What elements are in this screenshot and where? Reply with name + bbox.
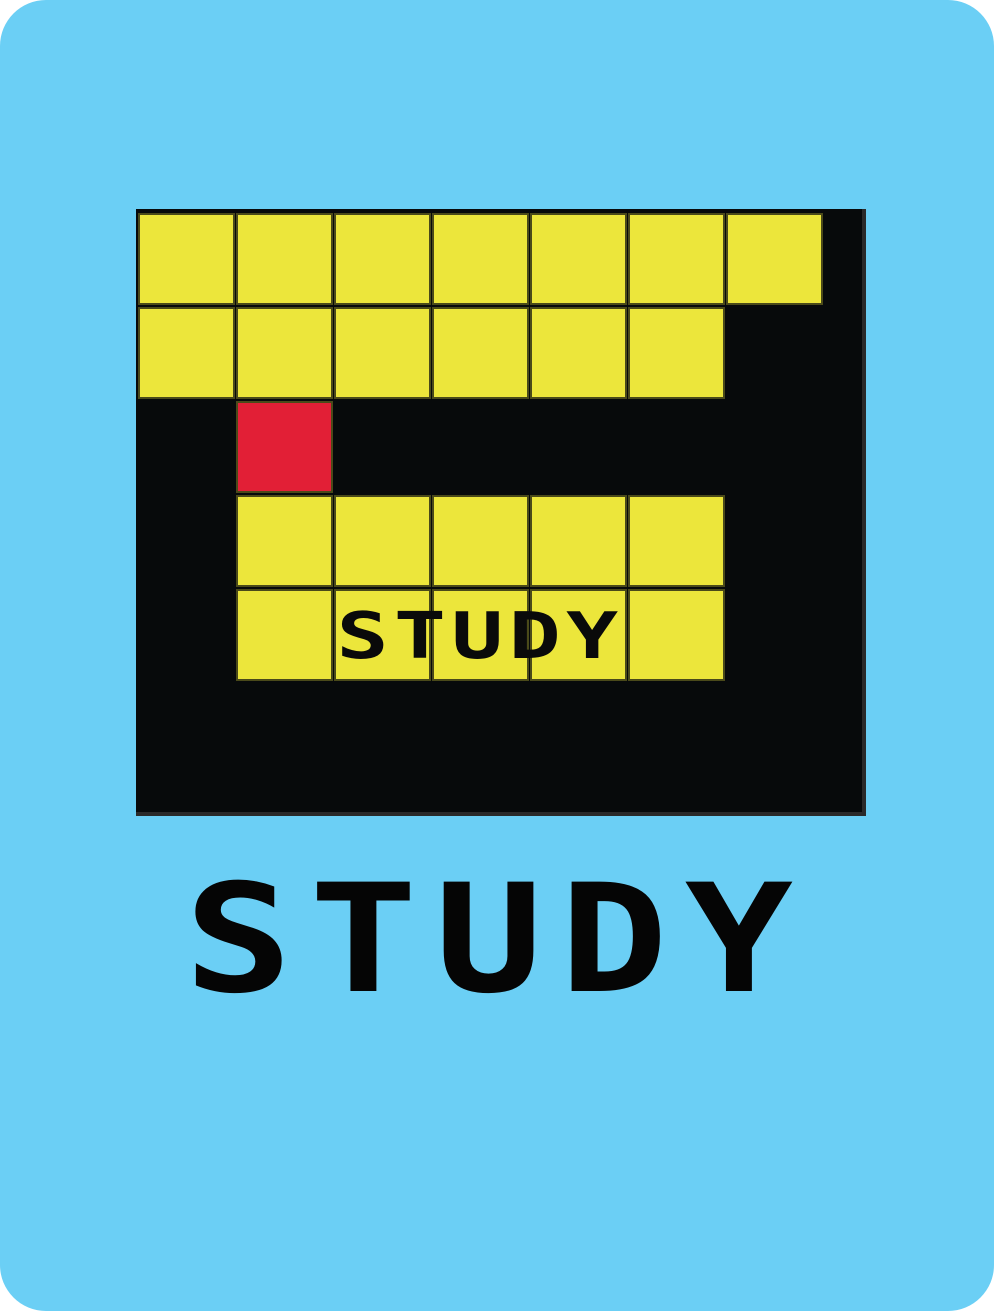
grid-cell xyxy=(432,213,529,305)
card-title: STUDY xyxy=(184,853,810,1027)
grid-cell xyxy=(138,213,235,305)
grid-cell xyxy=(432,495,529,587)
grid-cell xyxy=(432,307,529,399)
study-grid-panel xyxy=(136,209,866,816)
grid-cell xyxy=(334,307,431,399)
grid-cell xyxy=(530,307,627,399)
grid-cell xyxy=(334,495,431,587)
grid-cell xyxy=(530,213,627,305)
grid-cell xyxy=(236,307,333,399)
grid-cell xyxy=(628,307,725,399)
grid-cell xyxy=(726,213,823,305)
grid-cell xyxy=(236,213,333,305)
grid-cell-highlight xyxy=(236,401,333,493)
grid-cell xyxy=(236,495,333,587)
grid-cell xyxy=(628,213,725,305)
grid-cell xyxy=(334,213,431,305)
study-card[interactable]: STUDY STUDY xyxy=(0,0,994,1311)
grid-cell xyxy=(138,307,235,399)
grid-cell xyxy=(530,495,627,587)
grid-cell xyxy=(628,495,725,587)
grid-label: STUDY xyxy=(336,600,624,674)
